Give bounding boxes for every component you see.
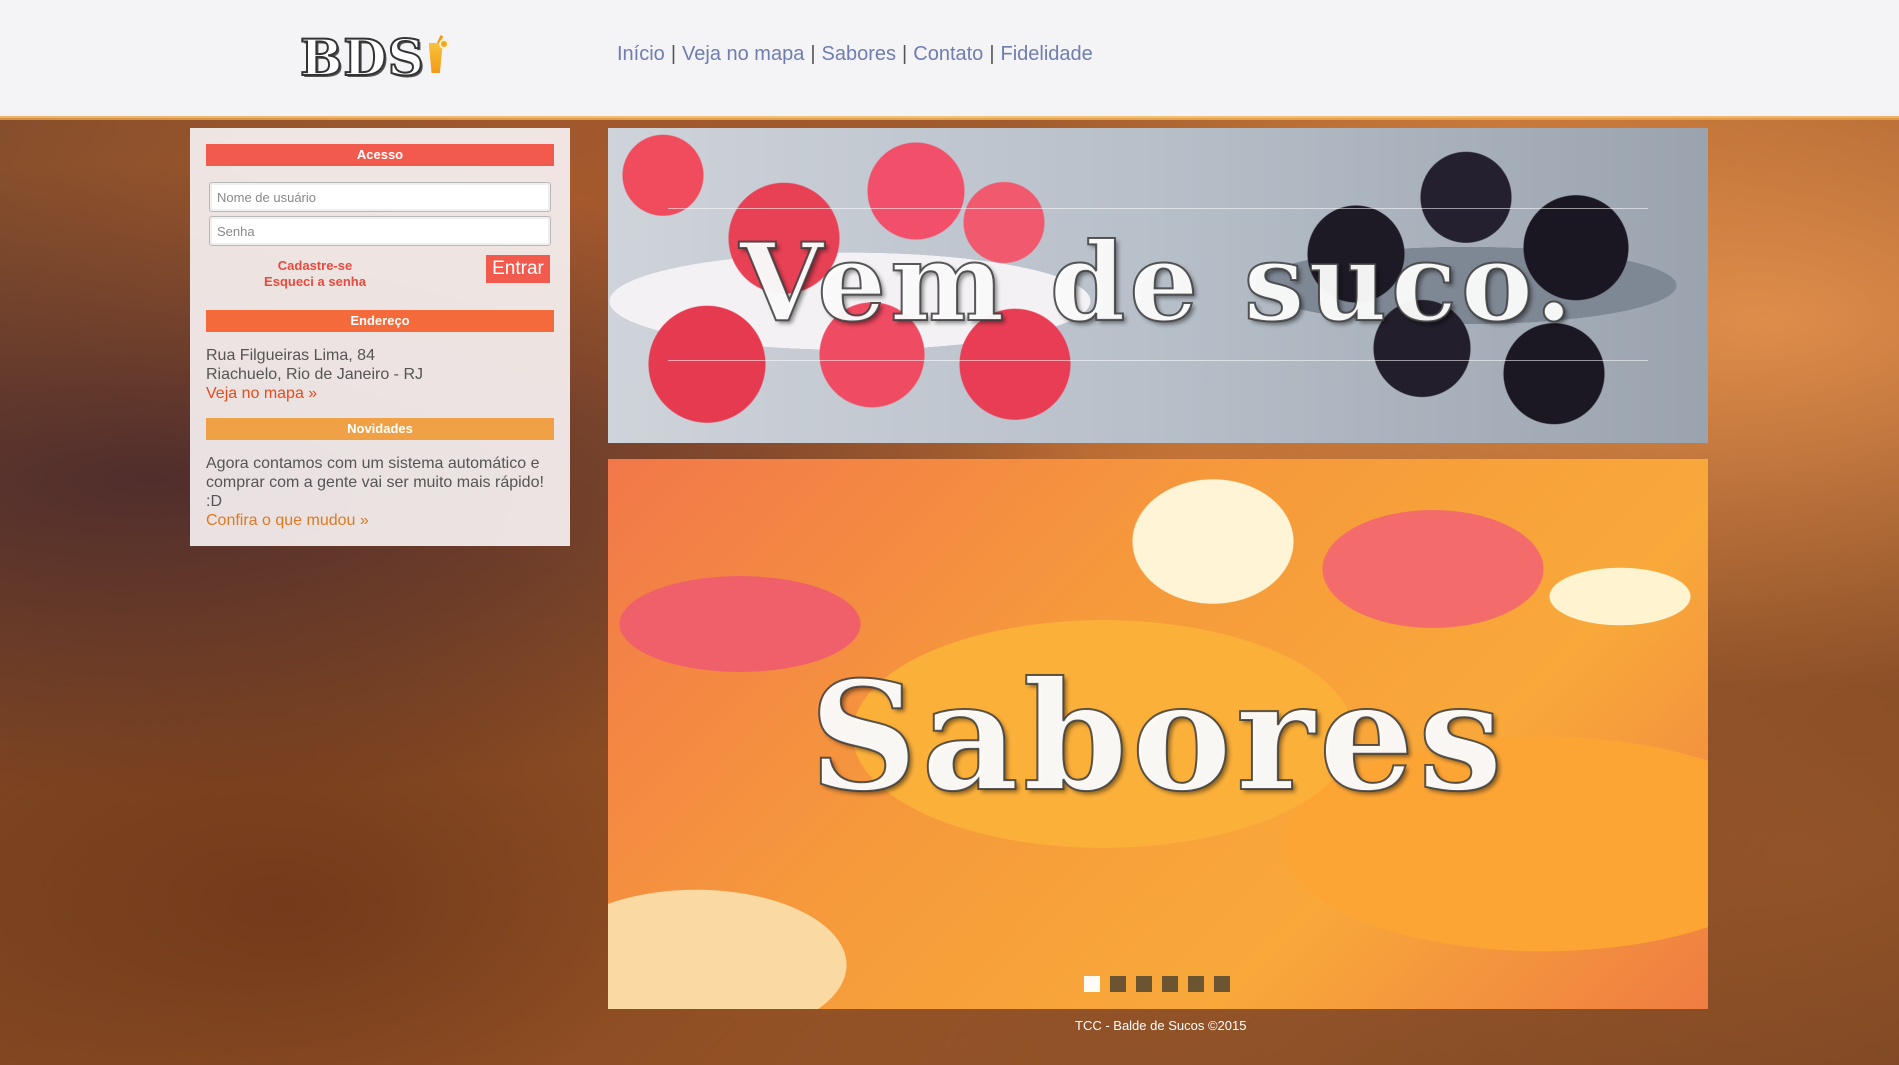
access-section-title: Acesso (206, 144, 554, 166)
news-block: Agora contamos com um sistema automático… (206, 454, 556, 530)
news-text: Agora contamos com um sistema automático… (206, 455, 544, 510)
username-input[interactable] (209, 182, 551, 212)
slider-title: Sabores (808, 648, 1507, 826)
header-accent-line (0, 116, 1899, 120)
nav-sabores[interactable]: Sabores (822, 43, 897, 66)
address-line-2: Riachuelo, Rio de Janeiro - RJ (206, 366, 423, 383)
site-header: BDS Início | Veja no mapa | Sabores | Co… (0, 0, 1899, 118)
juice-cup-icon (427, 35, 449, 79)
login-button[interactable]: Entrar (486, 255, 550, 283)
news-section-title: Novidades (206, 418, 554, 440)
site-logo[interactable]: BDS (299, 27, 449, 88)
nav-separator: | (989, 43, 995, 65)
slider-dot-2[interactable] (1110, 976, 1126, 992)
side-panel: Acesso Cadastre-se Esqueci a senha Entra… (190, 128, 570, 546)
slider-dot-1[interactable] (1084, 976, 1100, 992)
access-links: Cadastre-se Esqueci a senha (250, 258, 380, 290)
flavors-slider[interactable]: Sabores (608, 459, 1708, 1009)
nav-contato[interactable]: Contato (913, 43, 983, 66)
slider-dot-5[interactable] (1188, 976, 1204, 992)
nav-inicio[interactable]: Início (617, 43, 665, 66)
nav-separator: | (670, 43, 677, 65)
banner-rule-bottom (668, 360, 1648, 361)
register-link[interactable]: Cadastre-se (250, 258, 380, 274)
top-banner[interactable]: Vem de suco. (608, 128, 1708, 443)
banner-rule-top (668, 208, 1648, 209)
nav-separator: | (810, 43, 816, 65)
nav-fidelidade[interactable]: Fidelidade (1001, 43, 1093, 66)
password-input[interactable] (209, 216, 551, 246)
top-banner-title: Vem de suco. (738, 219, 1577, 347)
slider-pagination (1084, 976, 1230, 992)
address-section-title: Endereço (206, 310, 554, 332)
main-nav: Início | Veja no mapa | Sabores | Contat… (617, 43, 1093, 66)
nav-veja-no-mapa[interactable]: Veja no mapa (682, 43, 804, 66)
slider-dot-6[interactable] (1214, 976, 1230, 992)
footer-text: TCC - Balde de Sucos ©2015 (1075, 1018, 1247, 1033)
logo-text: BDS (299, 27, 425, 88)
slider-dot-4[interactable] (1162, 976, 1178, 992)
forgot-password-link[interactable]: Esqueci a senha (250, 274, 380, 290)
address-line-1: Rua Filgueiras Lima, 84 (206, 347, 375, 364)
nav-separator: | (902, 43, 908, 65)
address-block: Rua Filgueiras Lima, 84 Riachuelo, Rio d… (206, 346, 556, 403)
slider-dot-3[interactable] (1136, 976, 1152, 992)
map-link[interactable]: Veja no mapa » (206, 385, 317, 402)
news-link[interactable]: Confira o que mudou » (206, 512, 369, 529)
